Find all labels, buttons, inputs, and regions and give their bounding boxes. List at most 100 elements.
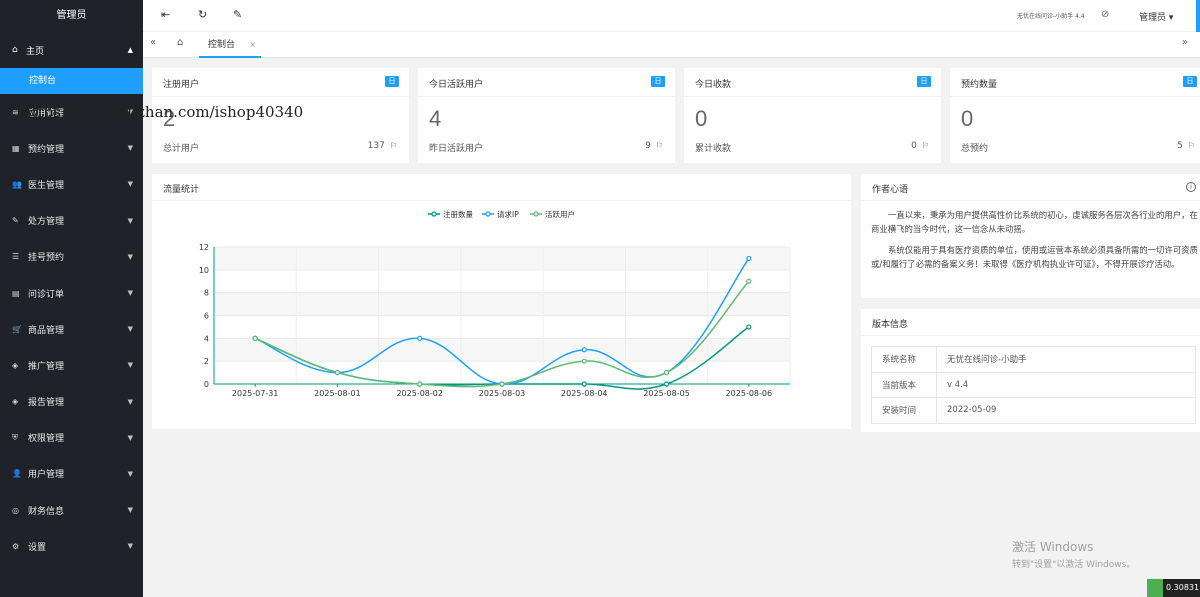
tabs-scroll-left-icon[interactable]: «: [150, 37, 156, 48]
diamond-icon: ◈: [12, 360, 19, 370]
caret-up-icon: ▲: [127, 46, 133, 54]
sidebar-item-label: 推广管理: [28, 361, 65, 372]
data-point: [746, 324, 752, 330]
legend-label: 注册数量: [443, 209, 473, 219]
caret-down-icon: ▼: [127, 216, 133, 225]
sidebar-item-label: 问诊订单: [28, 289, 65, 300]
data-point: [334, 369, 341, 376]
traffic-panel: 流量统计 0 2 4 6 8 10 12 2025-07-31 2025-08-01 2025-0…: [152, 174, 851, 429]
author-paragraph-2: 系统仅能用于具有医疗资质的单位，使用或运营本系统必须具备所需的一切许可资质或/和…: [871, 245, 1198, 269]
legend-marker: [533, 211, 539, 217]
stat-foot-value: 5: [1177, 141, 1183, 151]
y-tick-label: 12: [199, 243, 209, 252]
grid-band: [214, 247, 790, 270]
traffic-chart: 0 2 4 6 8 10 12 2025-07-31 2025-08-01 2025-08-02 2…: [199, 209, 791, 398]
sidebar-item-9[interactable]: ⛨ 权限管理 ▼: [0, 420, 143, 456]
sidebar-item-10[interactable]: 👤 用户管理 ▼: [0, 456, 143, 492]
stat-card: 预约数量日 0 总预约 5 ⚐: [950, 68, 1200, 163]
y-tick-label: 8: [204, 289, 209, 298]
version-key: 系统名称: [871, 346, 937, 373]
caret-down-icon: ▼: [127, 506, 133, 515]
finance-icon: ◎: [12, 505, 19, 515]
calendar-icon: ▦: [12, 143, 20, 153]
sidebar-item-12[interactable]: ⚙ 设置 ▼: [0, 528, 143, 564]
tabs-scroll-right-icon[interactable]: »: [1182, 37, 1188, 48]
windows-activation-notice: 激活 Windows 转到"设置"以激活 Windows。: [1012, 538, 1135, 570]
stat-foot-label: 总计用户: [163, 144, 200, 154]
sidebar-item-label: 权限管理: [28, 434, 65, 445]
version-key: 当前版本: [871, 371, 937, 398]
gear-icon: ⚙: [12, 541, 20, 551]
grid-band: [214, 292, 790, 316]
user-menu[interactable]: 管理员 ▾: [1139, 10, 1173, 23]
stat-value: 4: [429, 106, 442, 131]
sidebar-item-label: 挂号预约: [28, 253, 65, 264]
sidebar-item-label: 预约管理: [28, 144, 65, 155]
series-line: [254, 257, 750, 385]
info-icon[interactable]: i: [1186, 182, 1196, 192]
sidebar-item-11[interactable]: ◎ 财务信息 ▼: [0, 492, 143, 528]
x-tick-label: 2025-08-06: [726, 389, 773, 398]
data-point: [417, 335, 423, 341]
caret-down-icon: ▼: [127, 289, 133, 298]
divider: [861, 200, 1200, 201]
sidebar-item-label: 商品管理: [28, 325, 65, 336]
sidebar-item-1[interactable]: ▦ 预约管理 ▼: [0, 130, 143, 166]
x-tick-label: 2025-08-01: [314, 389, 361, 398]
sidebar-item-6[interactable]: 🛒 商品管理 ▼: [0, 311, 143, 347]
sidebar-item-3[interactable]: ✎ 处方管理 ▼: [0, 203, 143, 239]
data-point: [663, 381, 670, 387]
period-badge: 日: [917, 76, 931, 87]
divider: [152, 96, 409, 97]
activation-line-2: 转到"设置"以激活 Windows。: [1012, 560, 1136, 570]
refresh-icon[interactable]: ↻: [198, 8, 207, 21]
author-panel: 作者心语 i 一直以来，秉承为用户提供高性价比系统的初心，虔诚服务各层次各行业的…: [861, 174, 1200, 298]
legend-label: 活跃用户: [545, 209, 575, 219]
home-tab-icon[interactable]: ⌂: [177, 37, 183, 48]
author-paragraph-1: 一直以来，秉承为用户提供高性价比系统的初心，虔诚服务各层次各行业的用户，在商业横…: [871, 210, 1198, 234]
panel-title: 作者心语: [872, 185, 909, 195]
stat-foot-value-wrap: 0 ⚐: [911, 141, 929, 151]
y-tick-label: 10: [199, 266, 209, 275]
top-header: ⇤ ↻ ✎ 无忧在线问诊-小助手 4.4 ⊘ 管理员 ▾: [143, 0, 1200, 32]
sidebar-item-4[interactable]: ☰ 挂号预约 ▼: [0, 239, 143, 275]
sidebar-menu: ≋ 应用管理 ▼ ▦ 预约管理 ▼ 👥 医生管理 ▼ ✎ 处方管理 ▼ ☰ 挂号预约 ▼ ▤ 问诊订单 ▼ 🛒 商品管…: [0, 94, 143, 564]
clear-cache-icon[interactable]: ✎: [233, 8, 242, 21]
tag-icon[interactable]: ⊘: [1101, 9, 1109, 20]
divider: [950, 96, 1200, 97]
users-icon: 👥: [12, 179, 22, 189]
sidebar-item-8[interactable]: ◈ 报告管理 ▼: [0, 384, 143, 420]
stat-title: 今日活跃用户: [429, 80, 484, 90]
stat-foot-label: 累计收款: [695, 144, 732, 154]
version-panel: 版本信息 系统名称 无忧在线问诊-小助手 当前版本 v 4.4 安装时间 2022-05-…: [861, 309, 1200, 432]
tab-console[interactable]: 控制台 ×: [199, 32, 261, 58]
data-point: [581, 347, 587, 353]
stat-foot-label: 昨日活跃用户: [429, 144, 484, 154]
close-icon[interactable]: ×: [249, 32, 256, 58]
sidebar-item-7[interactable]: ◈ 推广管理 ▼: [0, 347, 143, 383]
sidebar-item-5[interactable]: ▤ 问诊订单 ▼: [0, 275, 143, 311]
legend-marker: [431, 211, 437, 217]
sidebar-item-label: 主页: [26, 46, 45, 57]
tab-label: 控制台: [208, 40, 236, 50]
divider: [418, 96, 675, 97]
period-badge: 日: [385, 76, 399, 87]
sidebar-item-label: 用户管理: [28, 470, 65, 481]
sidebar-item-2[interactable]: 👥 医生管理 ▼: [0, 166, 143, 202]
y-tick-label: 0: [204, 380, 209, 389]
sidebar-item-home[interactable]: ⌂ 主页 ▲: [0, 32, 143, 68]
home-icon: ⌂: [12, 45, 18, 55]
cart-icon: 🛒: [12, 324, 22, 334]
legend-label: 请求IP: [497, 209, 519, 219]
header-accent: [1196, 0, 1200, 32]
menu-collapse-icon[interactable]: ⇤: [161, 8, 170, 21]
grid-band: [214, 338, 790, 362]
sidebar-item-label: 医生管理: [28, 180, 65, 191]
stat-value: 0: [961, 106, 974, 131]
version-key: 安装时间: [871, 397, 937, 424]
caret-down-icon: ▼: [127, 542, 133, 551]
sidebar-subitem-console[interactable]: 控制台: [0, 68, 143, 94]
x-tick-label: 2025-08-02: [396, 389, 443, 398]
perf-icon: [1147, 579, 1163, 597]
sidebar-brand: 管理员: [56, 10, 87, 21]
